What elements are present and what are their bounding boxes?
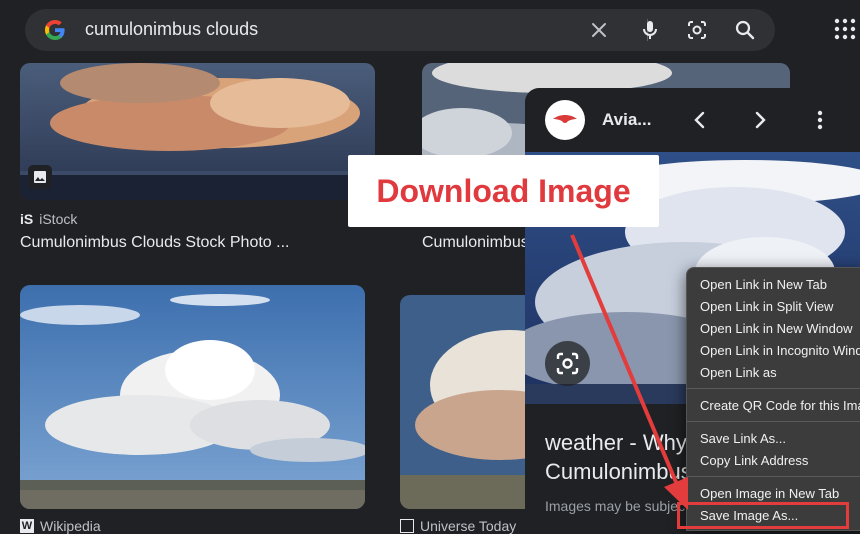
result-caption-2[interactable]: Cumulonimbus [422,234,527,252]
search-input[interactable]: cumulonimbus clouds [85,19,258,40]
result-caption-1[interactable]: Cumulonimbus Clouds Stock Photo ... [20,234,350,252]
menu-separator [687,388,860,389]
chevron-right-icon[interactable] [748,108,772,132]
google-g-icon [45,20,65,40]
save-image-highlight [677,502,849,529]
menu-open-link-split-view[interactable]: Open Link in Split View [700,299,833,314]
menu-open-link-as[interactable]: Open Link as [700,365,777,380]
more-vert-icon[interactable] [808,108,832,132]
menu-open-image-new-tab[interactable]: Open Image in New Tab [700,486,839,501]
result-image-4[interactable] [400,295,535,509]
site-avatar[interactable] [545,100,585,140]
result-source-3[interactable]: W Wikipedia [20,518,101,534]
istock-logo-icon: iS [20,211,34,227]
annotation-arrow-icon [570,234,688,510]
search-icon[interactable] [733,18,757,42]
menu-open-link-new-window[interactable]: Open Link in New Window [700,321,852,336]
context-menu: Open Link in New Tab Open Link in Split … [686,267,860,531]
result-image-1[interactable] [20,63,375,200]
menu-create-qr-code[interactable]: Create QR Code for this Image [700,398,860,413]
universe-today-logo-icon [400,519,414,533]
menu-separator [687,421,860,422]
clear-icon[interactable] [587,18,611,42]
chevron-left-icon[interactable] [688,108,712,132]
site-name[interactable]: Avia... [602,110,651,130]
result-source-1[interactable]: iS iStock [20,211,77,227]
apps-grid-icon[interactable] [833,17,857,41]
result-source-4[interactable]: Universe Today [400,518,516,534]
lens-icon[interactable] [685,18,709,42]
image-badge-icon [28,165,52,189]
download-image-callout: Download Image [348,155,659,227]
microphone-icon[interactable] [638,18,662,42]
menu-open-link-new-tab[interactable]: Open Link in New Tab [700,277,827,292]
menu-copy-link-address[interactable]: Copy Link Address [700,453,808,468]
menu-open-link-incognito[interactable]: Open Link in Incognito Window [700,343,860,358]
result-image-3[interactable] [20,285,365,509]
wikipedia-logo-icon: W [20,519,34,533]
menu-separator [687,476,860,477]
search-bar[interactable]: cumulonimbus clouds [25,9,775,51]
menu-save-link-as[interactable]: Save Link As... [700,431,786,446]
